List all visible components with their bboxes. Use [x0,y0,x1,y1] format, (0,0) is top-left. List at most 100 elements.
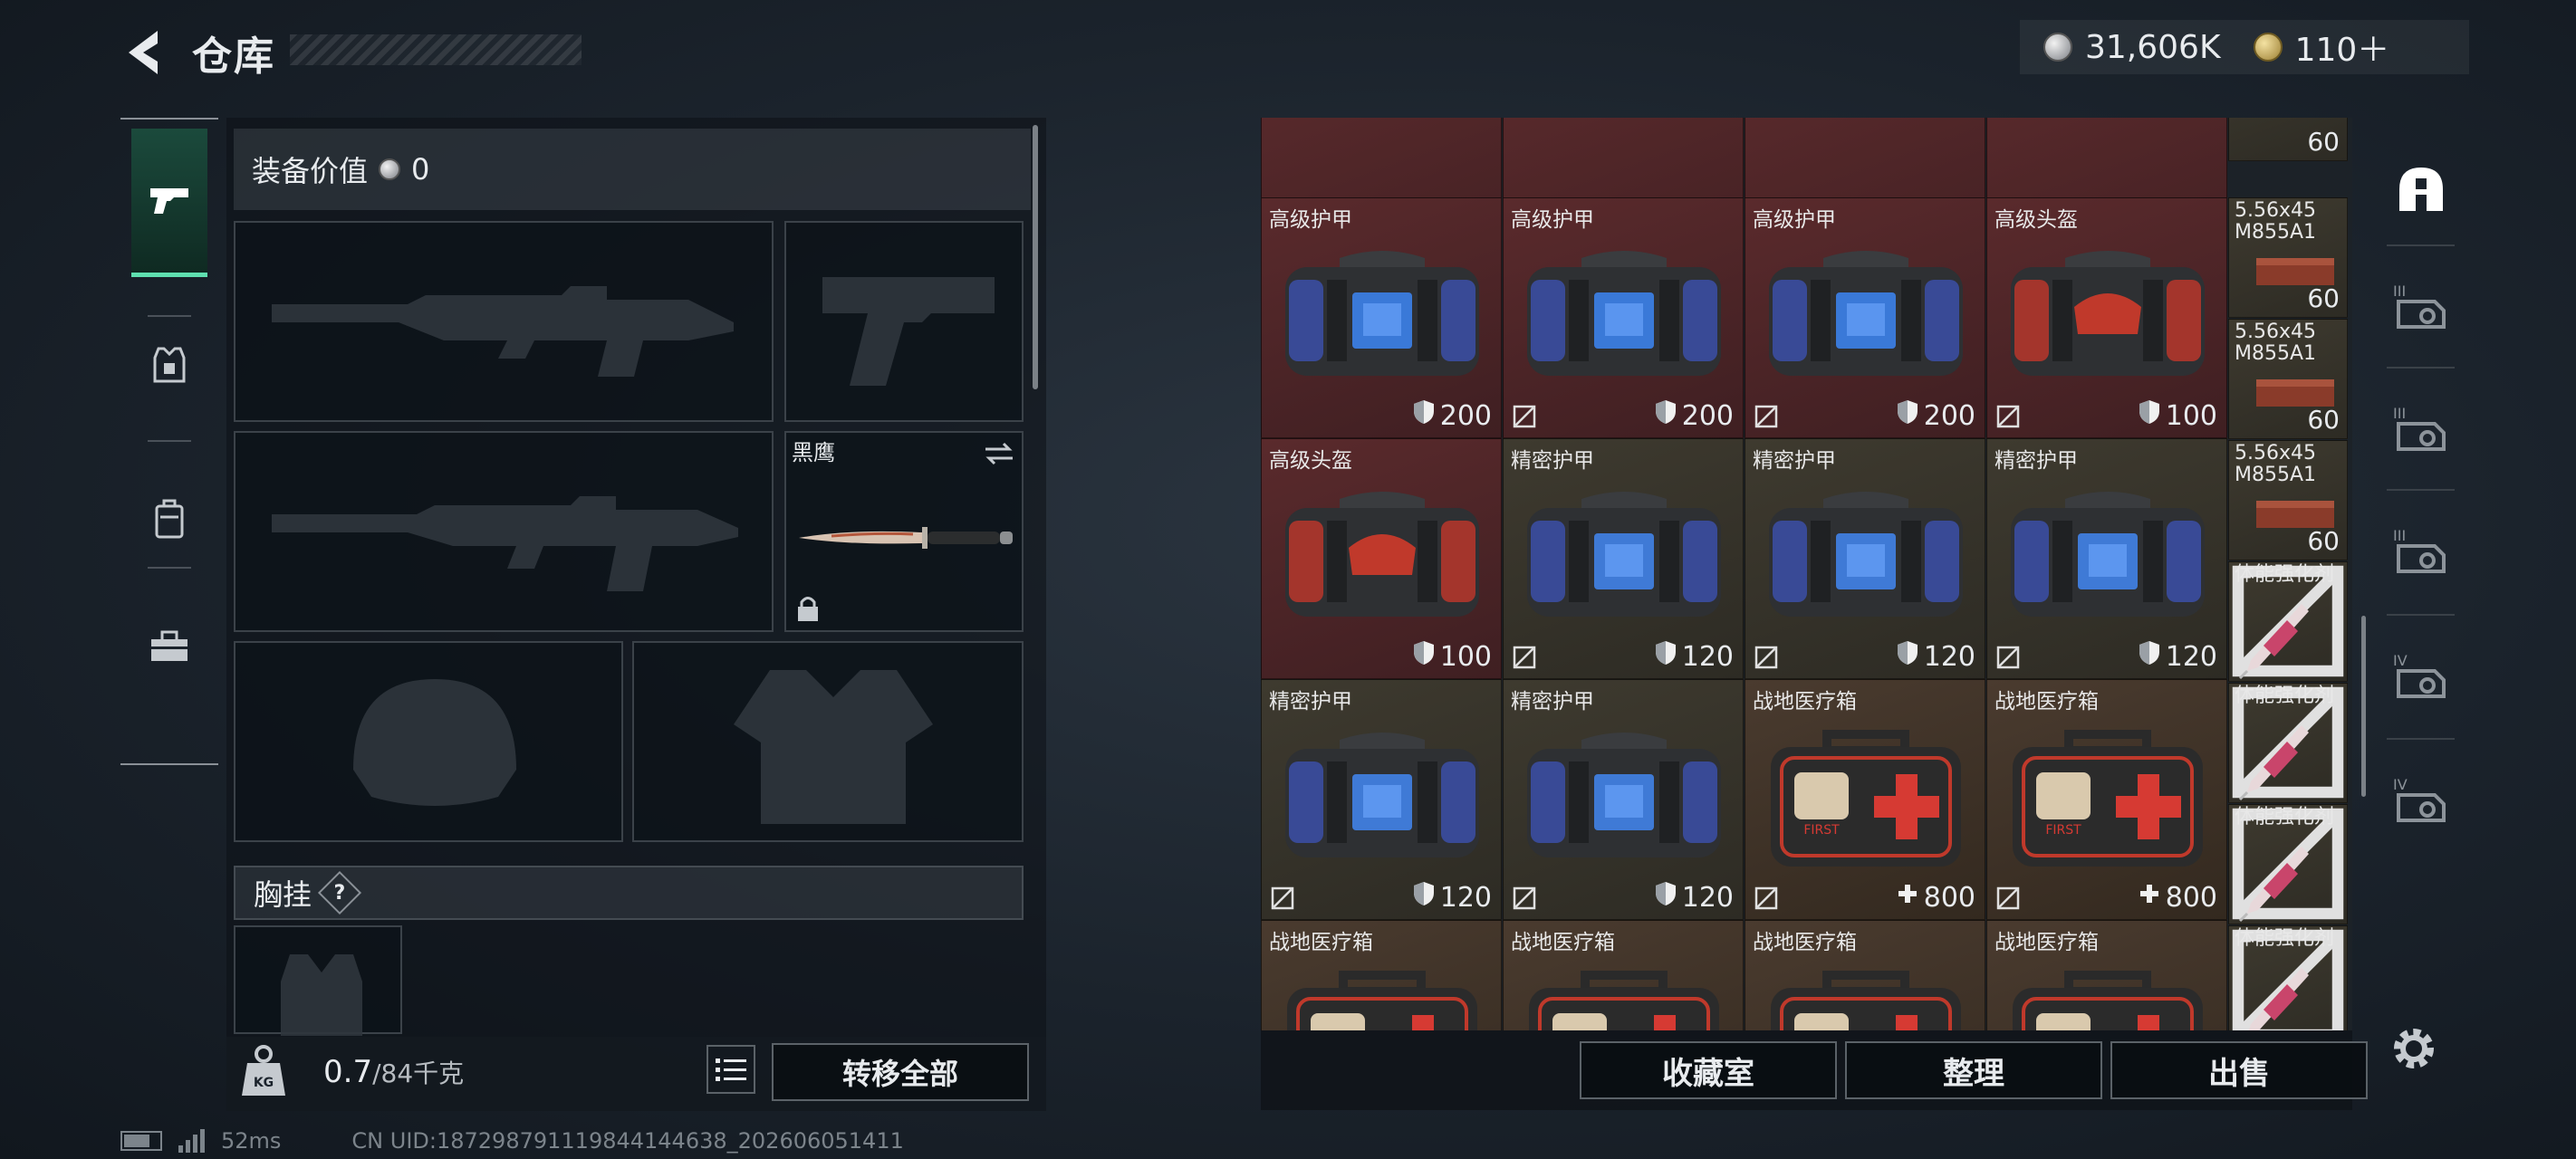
pistol-slot[interactable] [784,221,1024,422]
shield-icon [1655,640,1677,673]
item-name: 5.56x45 M855A1 [2235,442,2317,486]
sell-button[interactable]: 出售 [2110,1041,2368,1099]
rail-category-5[interactable]: IV [2369,738,2473,863]
inventory-item[interactable]: FIRST 战地医疗箱 800 [1745,679,1985,920]
item-value: 120 [1897,640,1975,673]
inventory-item[interactable]: FIRST战地医疗箱 [1745,920,1985,1030]
secondary-weapon-slot[interactable] [234,431,774,632]
stim-item[interactable]: 体能强化剂 [2228,683,2348,803]
rail-all-items[interactable] [2369,127,2473,252]
pistol-icon [150,187,188,214]
rail-category-3[interactable]: III [2369,489,2473,614]
inventory-item[interactable]: 精密护甲 120 [1986,438,2227,679]
equipment-value-label: 装备价值 [252,154,369,188]
inventory-item[interactable]: FIRST战地医疗箱 [1986,920,2227,1030]
gold-amount[interactable]: 110＋ [2295,24,2390,71]
gold-coin-icon [2253,33,2283,62]
inventory-item[interactable]: 高级护甲 200 [1745,197,1985,438]
category-item-icon: III [2393,283,2446,329]
rail-category-4[interactable]: IV [2369,614,2473,739]
item-count: 60 [2307,283,2340,313]
item-name: 高级护甲 [1753,208,1836,232]
item-value: 120 [1655,881,1734,914]
rail-category-2[interactable]: III [2369,367,2473,492]
inventory-item[interactable]: FIRST战地医疗箱 [1261,920,1502,1030]
helmet-slot[interactable] [234,641,623,842]
svg-text:III: III [2393,527,2406,544]
item-name: 精密护甲 [1511,449,1594,473]
category-item-icon: IV [2393,776,2446,822]
item-value: 120 [2139,640,2217,673]
chest-rig-slot[interactable] [234,925,402,1036]
item-name: 高级头盔 [1269,449,1352,473]
category-item-icon: III [2393,405,2446,451]
inventory-item[interactable]: FIRST战地医疗箱 [1503,920,1744,1030]
ammo-item[interactable]: 5.56x45 M855A1 60 [2228,319,2348,439]
list-view-button[interactable] [706,1045,755,1094]
page-title: 仓库 [192,34,275,80]
primary-weapon-slot[interactable] [234,221,774,422]
item-name: 战地医疗箱 [1994,931,2099,954]
melee-slot[interactable]: 黑鹰 [784,431,1024,632]
equipment-scrollbar[interactable] [1033,125,1038,389]
stash-scrollbar[interactable] [2361,616,2366,797]
svg-text:IV: IV [2393,652,2408,669]
stim-item[interactable]: 体能强化剂 [2228,925,2348,1030]
battery-icon [120,1131,162,1151]
item-name: 5.56x45 M855A1 [2235,199,2317,244]
help-icon[interactable]: ? [317,870,362,915]
shield-icon [2139,399,2160,432]
inventory-item[interactable]: 高级头盔 100 [1261,438,1502,679]
stim-item[interactable]: 体能强化剂 [2228,561,2348,682]
inventory-item[interactable]: 高级头盔 100 [1986,197,2227,438]
inventory-item[interactable]: 高级护甲 200 [1261,197,1502,438]
item-name: 高级头盔 [1994,208,2078,232]
health-plus-icon [1897,881,1918,914]
svg-text:III: III [2393,283,2406,300]
organize-button[interactable]: 整理 [1845,1041,2102,1099]
inventory-item[interactable]: FIRST 战地医疗箱 800 [1986,679,2227,920]
weight-icon: KG [242,1045,285,1096]
stim-item[interactable]: 体能强化剂 [2228,804,2348,924]
swap-icon[interactable] [984,440,1014,467]
shield-icon [1413,881,1435,914]
tab-toolbox[interactable] [131,572,207,721]
inventory-item[interactable]: 精密护甲 120 [1503,438,1744,679]
back-arrow-icon[interactable] [118,25,172,80]
collection-room-button[interactable]: 收藏室 [1580,1041,1837,1099]
knife-image [799,527,1013,549]
ping-text: 52ms [221,1128,282,1154]
uid-text: CN UID:18729879111984414463​8_2026060514… [351,1128,904,1154]
silver-amount: 31,606K [2085,28,2221,66]
item-value: 800 [2139,881,2217,914]
shield-icon [1897,640,1918,673]
inventory-item[interactable]: 精密护甲 120 [1503,679,1744,920]
svg-text:IV: IV [2393,776,2408,793]
armor-slot[interactable] [632,641,1024,842]
silver-coin-icon [2043,33,2072,62]
shield-icon [2139,640,2160,673]
inventory-item[interactable]: 高级护甲 200 [1503,197,1744,438]
backpack-icon [155,499,184,539]
equipment-value: 0 [411,152,430,187]
chest-rig-header: 胸挂 ? [234,866,1024,920]
transfer-all-button[interactable]: 转移全部 [772,1043,1029,1101]
inventory-item[interactable]: 精密护甲 120 [1261,679,1502,920]
armor-silhouette-icon [734,670,933,824]
item-name: 高级护甲 [1511,208,1594,232]
inventory-item[interactable]: 精密护甲 120 [1745,438,1985,679]
signal-icon [178,1129,205,1153]
helmet-silhouette-icon [353,679,516,806]
svg-text:KG: KG [254,1076,274,1090]
tab-weapons[interactable] [131,129,207,277]
stash-grid[interactable]: 20020020020060高级护甲200高级护甲200高级护甲200高级头盔1… [1261,118,2352,1030]
ammo-item[interactable]: 5.56x45 M855A1 60 [2228,440,2348,560]
ammo-item[interactable]: 5.56x45 M855A1 60 [2228,197,2348,318]
tab-armor[interactable] [131,292,207,440]
rail-category-1[interactable]: III [2369,244,2473,369]
ammo-item[interactable]: 60 [2228,118,2348,161]
category-item-icon: IV [2393,652,2446,698]
item-name: 体能强化剂 [2235,927,2335,950]
settings-gear-icon[interactable] [2387,1021,2441,1076]
item-name: 精密护甲 [1269,690,1352,714]
